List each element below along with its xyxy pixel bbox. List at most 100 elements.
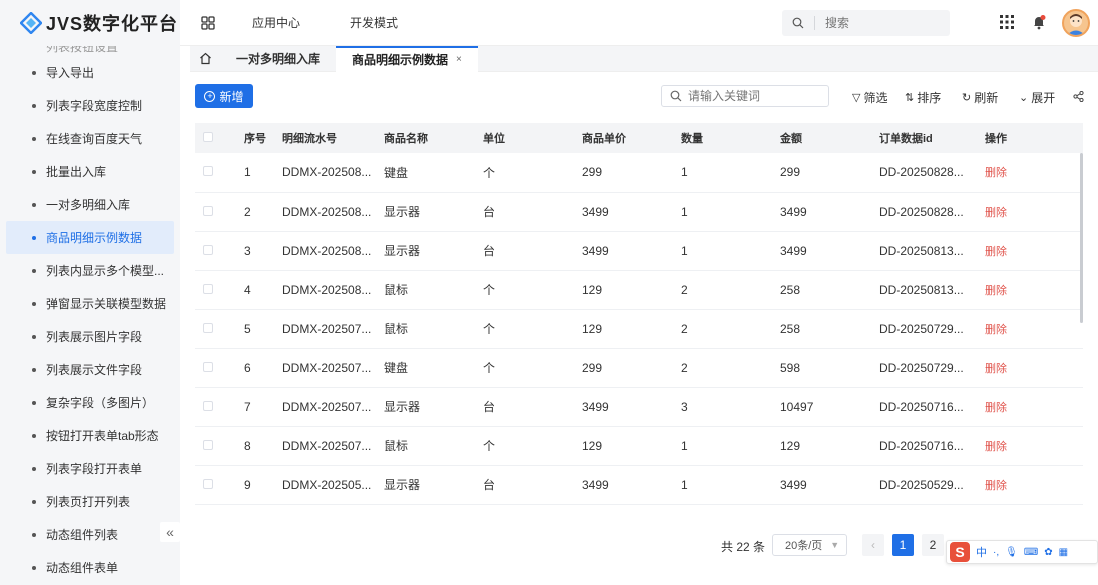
row-checkbox[interactable]: [203, 478, 213, 489]
logo-diamond-icon: [20, 11, 42, 34]
sidebar-item-product-detail[interactable]: 商品明细示例数据: [6, 221, 174, 254]
table-cell: 2: [681, 360, 688, 375]
table-cell: 显示器: [384, 478, 421, 492]
table-cell: 3499: [582, 399, 609, 414]
sidebar-item-popup-model[interactable]: 弹窗显示关联模型数据: [0, 287, 180, 320]
row-checkbox[interactable]: [203, 400, 213, 411]
row-checkbox[interactable]: [203, 361, 213, 372]
prev-page-button[interactable]: ‹: [862, 534, 884, 556]
table-row[interactable]: 3 DDMX-202508... 显示器 台 3499 1 3499 DD-20250813.…: [195, 231, 1083, 270]
sidebar-collapse-button[interactable]: «: [160, 522, 180, 542]
row-checkbox[interactable]: [203, 205, 213, 216]
sidebar-item-complex-field[interactable]: 复杂字段（多图片）: [0, 386, 180, 419]
page-2-button[interactable]: 2: [922, 534, 944, 556]
add-button[interactable]: + 新增: [195, 84, 253, 108]
ime-logo[interactable]: S: [950, 542, 970, 562]
delete-button[interactable]: 删除: [985, 480, 1007, 492]
grid-icon[interactable]: ▦: [1059, 547, 1068, 558]
global-search[interactable]: [782, 10, 950, 36]
nav-app-center[interactable]: 应用中心: [252, 14, 300, 31]
col-header: 序号: [244, 133, 266, 145]
keyboard-icon[interactable]: ⌨: [1024, 547, 1038, 558]
delete-button[interactable]: 删除: [985, 207, 1007, 219]
row-checkbox[interactable]: [203, 166, 213, 177]
row-checkbox[interactable]: [203, 439, 213, 450]
table-row[interactable]: 6 DDMX-202507... 键盘 个 299 2 598 DD-20250729... 删…: [195, 348, 1083, 387]
share-icon[interactable]: [1073, 91, 1084, 102]
table-cell: 个: [483, 439, 496, 453]
sidebar-item-cut[interactable]: 列表按钮设置: [0, 46, 180, 56]
row-checkbox[interactable]: [203, 244, 213, 255]
delete-button[interactable]: 删除: [985, 167, 1007, 179]
bell-icon[interactable]: [1031, 14, 1047, 30]
delete-button[interactable]: 删除: [985, 402, 1007, 414]
delete-button[interactable]: 删除: [985, 324, 1007, 336]
page-size-select[interactable]: 20条/页 ▼: [772, 534, 847, 556]
delete-button[interactable]: 删除: [985, 363, 1007, 375]
table-cell: DDMX-202508...: [282, 243, 372, 258]
ime-language[interactable]: 中: [976, 544, 987, 560]
table-row[interactable]: 1 DDMX-202508... 键盘 个 299 1 299 DD-20250828... 删…: [195, 153, 1083, 192]
home-icon: [199, 52, 211, 65]
ime-punctuation-icon[interactable]: ·,: [993, 547, 999, 558]
tab-product-detail[interactable]: 商品明细示例数据 ×: [336, 45, 478, 72]
table-row[interactable]: 8 DDMX-202507... 鼠标 个 129 1 129 DD-20250716... 删…: [195, 426, 1083, 465]
row-action-cell: 删除: [985, 153, 1083, 192]
page-1-button[interactable]: 1: [892, 534, 914, 556]
sidebar-item-import-export[interactable]: 导入导出: [0, 56, 180, 89]
filter-button[interactable]: ▽ 筛选: [852, 89, 887, 106]
microphone-icon[interactable]: 🎙: [1005, 547, 1018, 558]
sidebar-item-button-tab-form[interactable]: 按钮打开表单tab形态: [0, 419, 180, 452]
sidebar-item-image-field[interactable]: 列表展示图片字段: [0, 320, 180, 353]
apps-icon[interactable]: [1000, 15, 1014, 29]
row-action-cell: 删除: [985, 270, 1083, 309]
delete-button[interactable]: 删除: [985, 246, 1007, 258]
refresh-icon: ↻: [962, 92, 972, 104]
delete-button[interactable]: 删除: [985, 441, 1007, 453]
table-scrollbar[interactable]: [1080, 153, 1083, 323]
expand-button[interactable]: ⌄ 展开: [1019, 89, 1055, 106]
table-row[interactable]: 5 DDMX-202507... 鼠标 个 129 2 258 DD-20250729... 删…: [195, 309, 1083, 348]
tab-label: 商品明细示例数据: [352, 53, 449, 67]
app-logo[interactable]: JVS数字化平台: [0, 0, 180, 46]
table-cell: 键盘: [384, 165, 409, 180]
sidebar-item-open-list[interactable]: 列表页打开列表: [0, 485, 180, 518]
keyword-search-input[interactable]: [688, 89, 818, 103]
tab-home[interactable]: [190, 46, 220, 72]
delete-button[interactable]: 删除: [985, 285, 1007, 297]
table-row[interactable]: 2 DDMX-202508... 显示器 台 3499 1 3499 DD-20250828.…: [195, 192, 1083, 231]
sidebar-item-field-open-form[interactable]: 列表字段打开表单: [0, 452, 180, 485]
close-icon[interactable]: ×: [456, 54, 462, 65]
tab-one-to-many[interactable]: 一对多明细入库: [220, 46, 336, 72]
sidebar-item-batch-stock[interactable]: 批量出入库: [0, 155, 180, 188]
user-avatar[interactable]: [1062, 9, 1090, 37]
sidebar-item-one-to-many[interactable]: 一对多明细入库: [0, 188, 180, 221]
row-action-cell: 删除: [985, 426, 1083, 465]
row-checkbox[interactable]: [203, 322, 213, 333]
sort-button[interactable]: ⇅ 排序: [905, 89, 941, 106]
table-cell: DDMX-202507...: [282, 438, 372, 453]
table-row[interactable]: 4 DDMX-202508... 鼠标 个 129 2 258 DD-20250813... 删…: [195, 270, 1083, 309]
sidebar-item-dynamic-form[interactable]: 动态组件表单: [0, 551, 180, 584]
sidebar-item-label: 列表内显示多个模型...: [46, 264, 165, 278]
sidebar-item-dynamic-list[interactable]: 动态组件列表: [0, 518, 180, 551]
sidebar-item-file-field[interactable]: 列表展示文件字段: [0, 353, 180, 386]
ime-toolbar[interactable]: S 中 ·, 🎙 ⌨ ✿ ▦: [946, 540, 1098, 564]
refresh-button[interactable]: ↻ 刷新: [962, 89, 998, 106]
sidebar-item-column-width[interactable]: 列表字段宽度控制: [0, 89, 180, 122]
menu-grid-icon[interactable]: [200, 15, 216, 31]
row-checkbox[interactable]: [203, 283, 213, 294]
nav-dev-mode[interactable]: 开发模式: [350, 14, 398, 31]
table-row[interactable]: 9 DDMX-202505... 显示器 台 3499 1 3499 DD-20250529.…: [195, 465, 1083, 504]
sidebar-item-multi-model[interactable]: 列表内显示多个模型...: [0, 254, 180, 287]
table-cell: 3499: [582, 243, 609, 258]
avatar-face-icon: [1067, 14, 1085, 35]
select-all-checkbox[interactable]: [203, 131, 213, 142]
keyword-search[interactable]: [661, 85, 829, 107]
global-search-input[interactable]: [825, 16, 925, 30]
table-row[interactable]: 7 DDMX-202507... 显示器 台 3499 3 10497 DD-20250716…: [195, 387, 1083, 426]
sidebar-item-label: 列表展示文件字段: [46, 363, 143, 377]
sidebar-item-weather[interactable]: 在线查询百度天气: [0, 122, 180, 155]
table-cell: DDMX-202507...: [282, 360, 372, 375]
skin-icon[interactable]: ✿: [1044, 547, 1052, 558]
